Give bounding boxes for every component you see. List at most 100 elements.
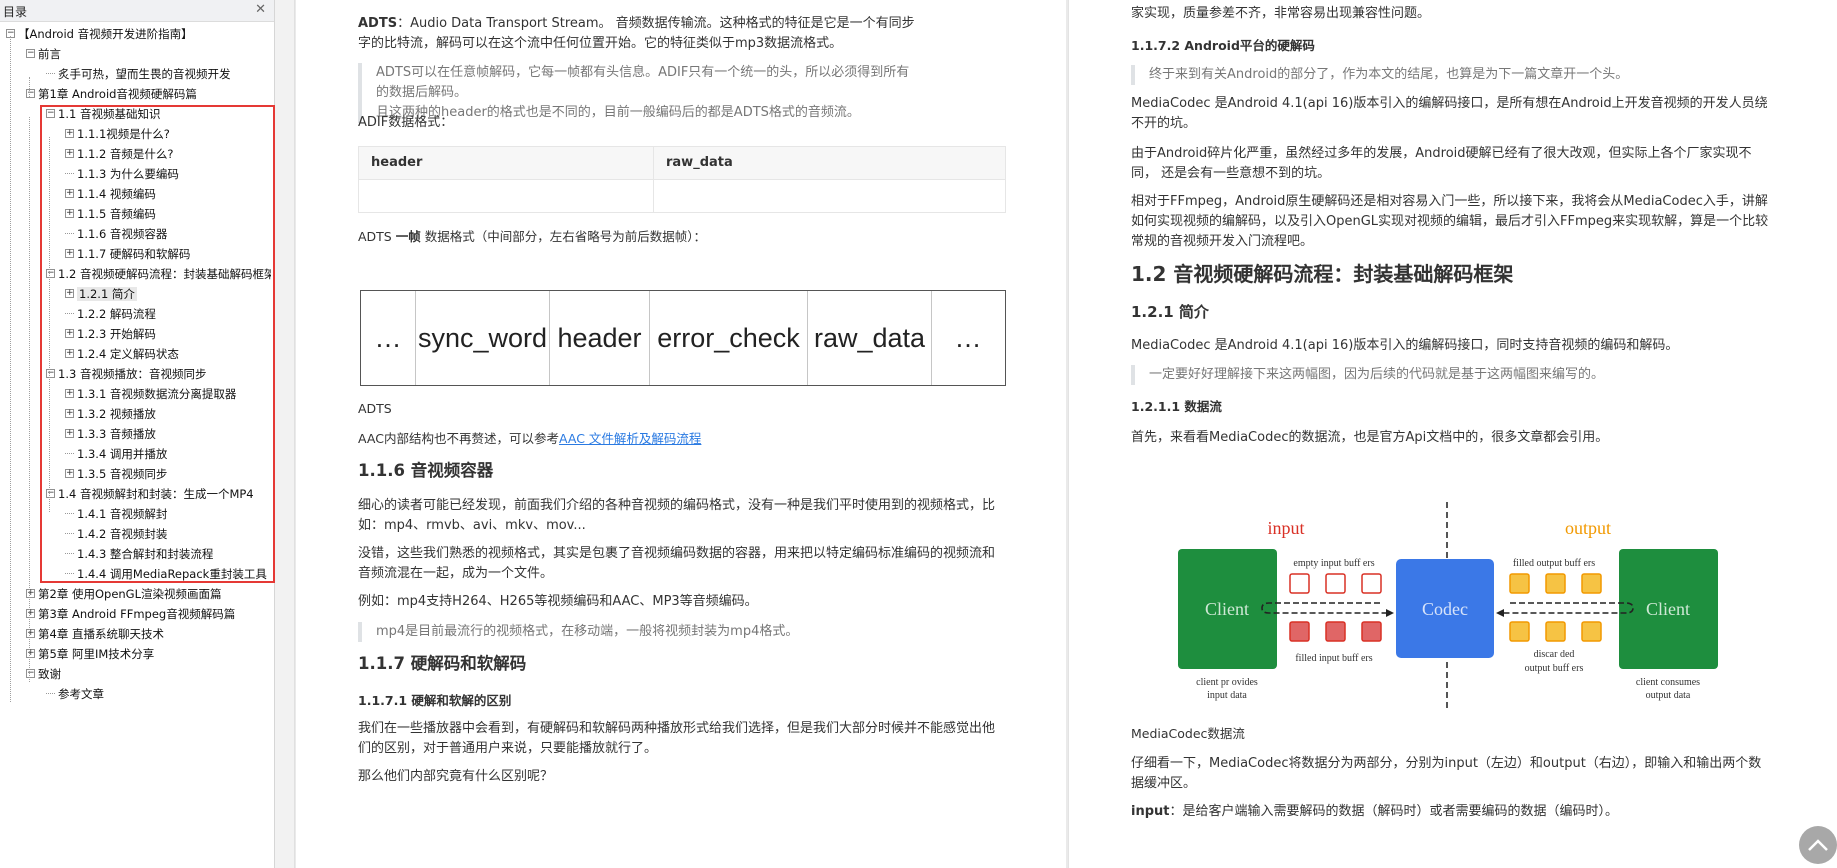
toc-item[interactable]: +1.1.1视频是什么? [65,125,271,143]
table-cell [653,179,1006,213]
toc-item[interactable]: 炙手可热，望而生畏的音视频开发 [46,65,271,83]
paragraph: 相对于FFmpeg，Android原生硬解码还是相对容易入门一些，所以接下来，我… [1131,194,1769,249]
toc-item[interactable]: +1.2.3 开始解码 [65,325,271,343]
close-icon[interactable]: ✕ [255,2,266,17]
sidebar-scroll-gutter[interactable] [275,0,295,868]
toc-item[interactable]: 1.3.4 调用并播放 [65,445,271,463]
expand-icon[interactable]: + [65,189,74,198]
toc-item-label: 1.1.2 音频是什么? [77,147,174,161]
toc-item[interactable]: 1.4.2 音视频封装 [65,525,271,543]
expand-icon[interactable]: + [65,469,74,478]
toc-item[interactable]: +1.1.7 硬解码和软解码 [65,245,271,263]
expand-icon[interactable]: + [65,349,74,358]
expand-icon[interactable]: + [26,609,35,618]
bold-text: 一帧 [395,229,421,244]
empty-input-buffer [1289,573,1310,594]
filled-output-buffer [1545,573,1566,594]
toc-item[interactable]: +1.1.2 音频是什么? [65,145,271,163]
toc-item[interactable]: 1.1.3 为什么要编码 [65,165,271,183]
discarded-output-buffer [1509,621,1530,642]
toc-item[interactable]: − 【Android 音视频开发进阶指南】 [6,25,271,43]
expand-icon[interactable]: + [65,209,74,218]
adts-cell: sync_word [416,291,550,385]
toc-item[interactable]: +1.2.4 定义解码状态 [65,345,271,363]
collapse-icon[interactable]: − [26,89,35,98]
expand-icon[interactable]: + [65,249,74,258]
toc-item[interactable]: + 第5章 阿里IM技术分享 [26,645,271,663]
expand-icon[interactable]: + [65,289,74,298]
chevron-up-icon [1808,839,1828,851]
toc-item[interactable]: +1.1.5 音频编码 [65,205,271,223]
toc-item-label: 1.4.3 整合解封和封装流程 [77,547,214,561]
toc-item[interactable]: −1.4 音视频解封和封装：生成一个MP4 [46,485,271,503]
expand-icon[interactable]: + [65,329,74,338]
expand-icon[interactable]: + [26,649,35,658]
toc-item-label: 1.1.3 为什么要编码 [77,167,179,181]
expand-icon[interactable]: + [65,429,74,438]
toc-item[interactable]: +1.3.5 音视频同步 [65,465,271,483]
collapse-icon[interactable]: − [46,109,55,118]
expand-icon[interactable]: + [26,629,35,638]
toc-item-label: 1.1.7 硬解码和软解码 [77,247,191,261]
expand-icon[interactable]: + [65,129,74,138]
adts-cell: raw_data [808,291,932,385]
tree-leaf-connector [65,545,74,554]
paragraph: 我们在一些播放器中会看到，有硬解码和软解码两种播放形式给我们选择，但是我们大部分… [358,721,996,756]
toc-item[interactable]: 1.4.4 调用MediaRepack重封装工具 [65,565,271,583]
toc-item[interactable]: −1.3 音视频播放：音视频同步 [46,365,271,383]
toc-item-label: 1.1.5 音频编码 [77,207,156,221]
toc-item[interactable]: +1.2.1 简介 [65,285,271,303]
toc-item[interactable]: − 致谢 [26,665,271,683]
discarded-output-buffer [1545,621,1566,642]
adts-paragraph: ADTS：Audio Data Transport Stream。 音频数据传输… [358,14,918,54]
toc-item-label: 炙手可热，望而生畏的音视频开发 [58,67,231,81]
toc-item[interactable]: 1.4.3 整合解封和封装流程 [65,545,271,563]
client-right-label: Client [1646,599,1690,619]
client-consumes-label-1: client consumes [1636,677,1700,688]
client-provides-label-1: client pr ovides [1196,677,1258,688]
toc-item[interactable]: −1.1 音视频基础知识 [46,105,271,123]
toc-item[interactable]: −1.2 音视频硬解码流程：封装基础解码框架 [46,265,271,283]
toc-sidebar: 目录 ✕ − 【Android 音视频开发进阶指南】 − 前言 炙手可热，望而生畏的音视… [0,0,275,868]
expand-icon[interactable]: + [65,149,74,158]
toc-item[interactable]: +1.1.4 视频编码 [65,185,271,203]
toc-item-label: 1.1 音视频基础知识 [58,107,161,121]
empty-input-buffer [1361,573,1382,594]
toc-item-label: 第2章 使用OpenGL渲染视频画面篇 [38,587,222,601]
tree-guide-line [29,117,30,682]
toc-item[interactable]: + 第2章 使用OpenGL渲染视频画面篇 [26,585,271,603]
tree-leaf-connector [65,305,74,314]
toc-item[interactable]: 1.1.6 音视频容器 [65,225,271,243]
heading-1-1-6: 1.1.6 音视频容器 [358,461,494,480]
collapse-icon[interactable]: − [26,49,35,58]
collapse-icon[interactable]: − [46,269,55,278]
filled-output-buffer [1581,573,1602,594]
toc-item-label: 1.4.4 调用MediaRepack重封装工具 [77,567,267,581]
scroll-to-top-button[interactable] [1799,826,1837,864]
toc-item[interactable]: + 第3章 Android FFmpeg音视频解码篇 [26,605,271,623]
toc-item[interactable]: 参考文章 [46,685,271,703]
paragraph: 由于Android碎片化严重，虽然经过多年的发展，Android硬解已经有了很大… [1131,146,1752,181]
expand-icon[interactable]: + [65,409,74,418]
toc-item[interactable]: 1.2.2 解码流程 [65,305,271,323]
toc-item[interactable]: − 前言 [26,45,271,63]
expand-icon[interactable]: + [26,589,35,598]
toc-item[interactable]: +1.3.3 音频播放 [65,425,271,443]
adts-cell: … [361,291,416,385]
toc-item[interactable]: +1.3.2 视频播放 [65,405,271,423]
adts-frame-diagram: … sync_word header error_check raw_data … [360,290,1006,386]
collapse-icon[interactable]: − [46,369,55,378]
toc-item-label: 1.3 音视频播放：音视频同步 [58,367,207,381]
heading-1-2-1-1: 1.2.1.1 数据流 [1131,399,1222,414]
aac-link[interactable]: AAC 文件解析及解码流程 [559,431,701,446]
toc-item[interactable]: +1.3.1 音视频数据流分离提取器 [65,385,271,403]
collapse-icon[interactable]: − [46,489,55,498]
table-header: header [358,146,654,180]
toc-item[interactable]: − 第1章 Android音视频硬解码篇 [26,85,271,103]
filled-input-buffer [1289,621,1310,642]
adif-format-label: ADIF数据格式： [358,115,454,130]
toc-item[interactable]: + 第4章 直播系统聊天技术 [26,625,271,643]
expand-icon[interactable]: + [65,389,74,398]
toc-item[interactable]: 1.4.1 音视频解封 [65,505,271,523]
collapse-icon[interactable]: − [26,669,35,678]
